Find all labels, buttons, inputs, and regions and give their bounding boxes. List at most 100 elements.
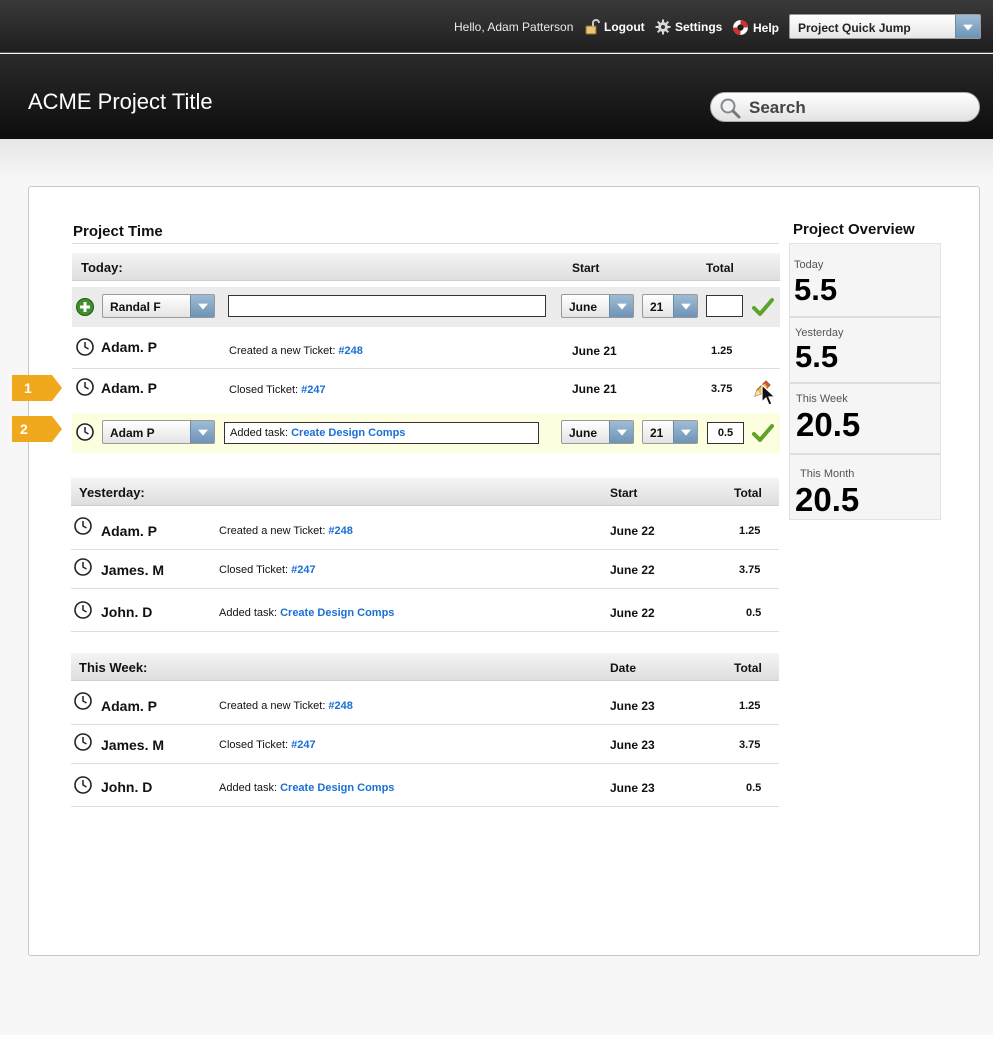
check-icon[interactable] (752, 297, 774, 317)
edit-entry-row: Adam P Added task: Create Design Comps Ju… (72, 413, 780, 453)
day-select-value: 21 (650, 300, 664, 314)
total-input[interactable] (706, 295, 743, 317)
add-icon[interactable] (76, 298, 94, 316)
total-input[interactable]: 0.5 (707, 422, 744, 444)
logout-link[interactable]: Logout (584, 19, 645, 35)
stat-label: Yesterday (795, 327, 844, 339)
ticket-link[interactable]: #248 (328, 700, 352, 712)
person-name: James. M (101, 562, 165, 578)
top-bar: Hello, Adam Patterson Logout Settings He… (0, 0, 993, 53)
clock-icon (74, 517, 92, 535)
chevron-down-icon[interactable] (673, 295, 697, 317)
start-column-header: Start (572, 261, 600, 275)
callout-marker-1: 1 (12, 375, 62, 401)
ticket-link[interactable]: #247 (291, 564, 315, 576)
new-entry-row: Randal F June 21 (72, 287, 780, 327)
clock-icon (74, 692, 92, 710)
gear-icon (655, 19, 671, 35)
person-name: Adam. P (101, 523, 158, 539)
month-select-value: June (569, 426, 598, 440)
entry-description: Closed Ticket: #247 (219, 564, 316, 576)
this-week-group-header: This Week: Date Total (71, 653, 779, 681)
clock-icon (74, 558, 92, 576)
description-input[interactable] (228, 295, 546, 317)
project-overview-panel: Today 5.5 Yesterday 5.5 This Week 20.5 T… (789, 243, 941, 520)
ticket-link[interactable]: #247 (291, 739, 315, 751)
table-row[interactable]: John. D Added task: Create Design Comps J… (71, 589, 779, 631)
stat-value: 5.5 (795, 339, 839, 374)
person-select-value: Randal F (110, 300, 161, 314)
search-icon (720, 98, 741, 119)
ticket-link[interactable]: #248 (328, 525, 352, 537)
overview-stat-yesterday: Yesterday 5.5 (790, 318, 940, 382)
clock-icon (74, 601, 92, 619)
entry-date: June 21 (572, 382, 617, 396)
search-box[interactable] (710, 92, 980, 122)
chevron-down-icon[interactable] (609, 295, 633, 317)
cursor-icon (761, 384, 777, 406)
entry-date: June 22 (610, 606, 655, 620)
ticket-link[interactable]: #248 (338, 345, 362, 357)
settings-link[interactable]: Settings (655, 19, 722, 35)
app-header: ACME Project Title (0, 54, 993, 139)
chevron-down-icon[interactable] (673, 421, 697, 443)
table-row[interactable]: James. M Closed Ticket: #247 June 23 3.75 (71, 725, 779, 763)
month-select[interactable]: June (561, 294, 634, 318)
stat-value: 20.5 (795, 481, 860, 518)
overview-stat-this-week: This Week 20.5 (790, 384, 940, 453)
entry-date: June 22 (610, 524, 655, 538)
month-select[interactable]: June (561, 420, 634, 444)
table-row[interactable]: Adam. P Closed Ticket: #247 June 21 3.75 (72, 369, 780, 407)
entry-total: 1.25 (739, 700, 761, 712)
person-select[interactable]: Adam P (102, 420, 215, 444)
stat-value: 20.5 (796, 406, 861, 443)
clock-icon (76, 338, 94, 356)
chevron-down-icon[interactable] (955, 15, 980, 38)
user-greeting: Hello, Adam Patterson (454, 20, 574, 34)
chevron-down-icon[interactable] (190, 421, 214, 443)
person-select[interactable]: Randal F (102, 294, 215, 318)
project-quick-jump-select[interactable]: Project Quick Jump (789, 14, 981, 39)
entry-description: Added task: Create Design Comps (219, 782, 395, 794)
entry-description: Added task: Create Design Comps (219, 607, 395, 619)
date-column-header: Date (610, 661, 637, 675)
table-row[interactable]: Adam. P Created a new Ticket: #248 June 2… (72, 330, 780, 368)
stat-value: 5.5 (794, 272, 838, 307)
search-input[interactable] (749, 97, 969, 119)
table-row[interactable]: James. M Closed Ticket: #247 June 22 3.75 (71, 550, 779, 588)
entry-date: June 23 (610, 781, 655, 795)
entry-total: 0.5 (746, 782, 762, 794)
day-select[interactable]: 21 (642, 420, 698, 444)
task-link[interactable]: Create Design Comps (291, 427, 405, 439)
lock-icon (585, 19, 600, 35)
table-row[interactable]: John. D Added task: Create Design Comps J… (71, 764, 779, 806)
yesterday-label: Yesterday: (79, 485, 145, 500)
table-row[interactable]: Adam. P Created a new Ticket: #248 June 2… (71, 685, 779, 724)
callout-marker-2: 2 (12, 416, 62, 442)
overview-stat-today: Today 5.5 (790, 244, 940, 316)
chevron-down-icon[interactable] (609, 421, 633, 443)
ticket-link[interactable]: #247 (301, 384, 325, 396)
project-time-title: Project Time (73, 223, 163, 240)
row-divider (71, 806, 779, 807)
entry-description: Created a new Ticket: #248 (219, 525, 353, 537)
day-select-value: 21 (650, 426, 664, 440)
clock-icon (76, 423, 94, 441)
help-link[interactable]: Help (732, 19, 779, 36)
task-link[interactable]: Create Design Comps (280, 782, 394, 794)
day-select[interactable]: 21 (642, 294, 698, 318)
entry-total: 1.25 (739, 525, 761, 537)
chevron-down-icon[interactable] (190, 295, 214, 317)
overview-stat-this-month: This Month 20.5 (790, 455, 940, 519)
description-input[interactable]: Added task: Create Design Comps (224, 422, 539, 444)
entry-description: Closed Ticket: #247 (219, 739, 316, 751)
task-link[interactable]: Create Design Comps (280, 607, 394, 619)
check-icon[interactable] (752, 423, 774, 443)
total-column-header: Total (734, 661, 762, 675)
person-select-value: Adam P (110, 426, 155, 440)
header-shadow (0, 139, 993, 179)
project-title: ACME Project Title (28, 89, 213, 114)
entry-total: 3.75 (711, 383, 733, 395)
entry-description: Closed Ticket: #247 (229, 384, 326, 396)
table-row[interactable]: Adam. P Created a new Ticket: #248 June 2… (71, 510, 779, 549)
